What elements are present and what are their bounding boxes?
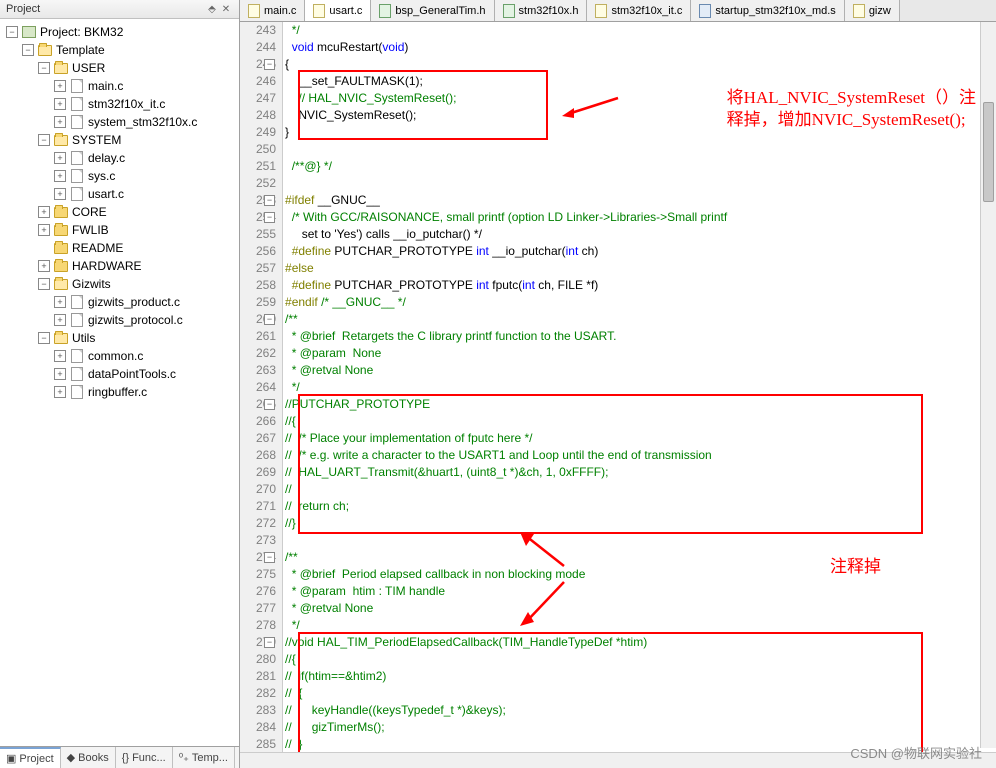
code-content[interactable]: */ void mcuRestart(void){ __set_FAULTMAS… bbox=[283, 22, 996, 768]
editor-tab[interactable]: startup_stm32f10x_md.s bbox=[691, 0, 844, 21]
file-icon bbox=[313, 4, 325, 18]
file-icon bbox=[69, 115, 85, 129]
file-icon bbox=[69, 313, 85, 327]
editor-tab[interactable]: main.c bbox=[240, 0, 305, 21]
tree-core[interactable]: +CORE bbox=[38, 203, 239, 221]
tree-file[interactable]: +gizwits_product.c bbox=[54, 293, 239, 311]
tree-user[interactable]: −USER bbox=[38, 59, 239, 77]
bottom-tabbar: ▣Project ◆Books {}Func... ⁰₊Temp... bbox=[0, 746, 239, 768]
tree-readme[interactable]: README bbox=[38, 239, 239, 257]
file-icon bbox=[699, 4, 711, 18]
file-icon bbox=[69, 187, 85, 201]
tree-file[interactable]: +stm32f10x_it.c bbox=[54, 95, 239, 113]
editor-tab[interactable]: bsp_GeneralTim.h bbox=[371, 0, 494, 21]
folder-icon bbox=[53, 277, 69, 291]
editor-tab[interactable]: gizw bbox=[845, 0, 900, 21]
project-tree[interactable]: −Project: BKM32 −Template −USER +main.c … bbox=[0, 19, 239, 746]
tree-file[interactable]: +usart.c bbox=[54, 185, 239, 203]
file-icon bbox=[69, 97, 85, 111]
tree-system[interactable]: −SYSTEM bbox=[38, 131, 239, 149]
panel-header: Project ⬘ ✕ bbox=[0, 0, 239, 19]
close-icon[interactable]: ✕ bbox=[219, 4, 233, 15]
folder-icon bbox=[53, 205, 69, 219]
btab-project[interactable]: ▣Project bbox=[0, 747, 61, 768]
file-icon bbox=[69, 151, 85, 165]
btab-templates[interactable]: ⁰₊Temp... bbox=[173, 747, 235, 768]
tree-file[interactable]: +main.c bbox=[54, 77, 239, 95]
tree-root[interactable]: −Project: BKM32 bbox=[6, 23, 239, 41]
file-icon bbox=[503, 4, 515, 18]
tree-file[interactable]: +ringbuffer.c bbox=[54, 383, 239, 401]
chip-icon bbox=[21, 25, 37, 39]
panel-title: Project bbox=[6, 3, 40, 15]
folder-icon bbox=[53, 133, 69, 147]
editor-tab[interactable]: stm32f10x_it.c bbox=[587, 0, 691, 21]
project-panel: Project ⬘ ✕ −Project: BKM32 −Template −U… bbox=[0, 0, 240, 768]
file-icon bbox=[69, 79, 85, 93]
line-gutter: 243244245−246247248249250251252253−254−2… bbox=[240, 22, 283, 768]
editor-tab[interactable]: stm32f10x.h bbox=[495, 0, 588, 21]
file-icon bbox=[69, 169, 85, 183]
tree-hardware[interactable]: +HARDWARE bbox=[38, 257, 239, 275]
editor-tab[interactable]: usart.c bbox=[305, 0, 371, 21]
file-icon bbox=[853, 4, 865, 18]
tree-utils[interactable]: −Utils bbox=[38, 329, 239, 347]
folder-icon bbox=[53, 259, 69, 273]
tree-gizwits[interactable]: −Gizwits bbox=[38, 275, 239, 293]
tree-file[interactable]: +gizwits_protocol.c bbox=[54, 311, 239, 329]
tree-file[interactable]: +sys.c bbox=[54, 167, 239, 185]
vertical-scrollbar[interactable] bbox=[980, 22, 996, 748]
watermark: CSDN @物联网实验社 bbox=[850, 743, 982, 762]
tree-file[interactable]: +common.c bbox=[54, 347, 239, 365]
folder-icon bbox=[53, 223, 69, 237]
code-editor[interactable]: 243244245−246247248249250251252253−254−2… bbox=[240, 22, 996, 768]
editor-area: main.cusart.cbsp_GeneralTim.hstm32f10x.h… bbox=[240, 0, 996, 768]
file-icon bbox=[69, 385, 85, 399]
folder-icon bbox=[53, 61, 69, 75]
file-icon bbox=[595, 4, 607, 18]
pin-icon[interactable]: ⬘ bbox=[205, 4, 219, 15]
file-icon bbox=[69, 367, 85, 381]
file-icon bbox=[379, 4, 391, 18]
tree-file[interactable]: +delay.c bbox=[54, 149, 239, 167]
editor-tabbar: main.cusart.cbsp_GeneralTim.hstm32f10x.h… bbox=[240, 0, 996, 22]
file-icon bbox=[69, 295, 85, 309]
folder-icon bbox=[37, 43, 53, 57]
folder-icon bbox=[53, 241, 69, 255]
file-icon bbox=[248, 4, 260, 18]
tree-file[interactable]: +system_stm32f10x.c bbox=[54, 113, 239, 131]
tree-template[interactable]: −Template bbox=[22, 41, 239, 59]
folder-icon bbox=[53, 331, 69, 345]
tree-file[interactable]: +dataPointTools.c bbox=[54, 365, 239, 383]
btab-books[interactable]: ◆Books bbox=[61, 747, 116, 768]
btab-functions[interactable]: {}Func... bbox=[116, 747, 173, 768]
file-icon bbox=[69, 349, 85, 363]
tree-fwlib[interactable]: +FWLIB bbox=[38, 221, 239, 239]
